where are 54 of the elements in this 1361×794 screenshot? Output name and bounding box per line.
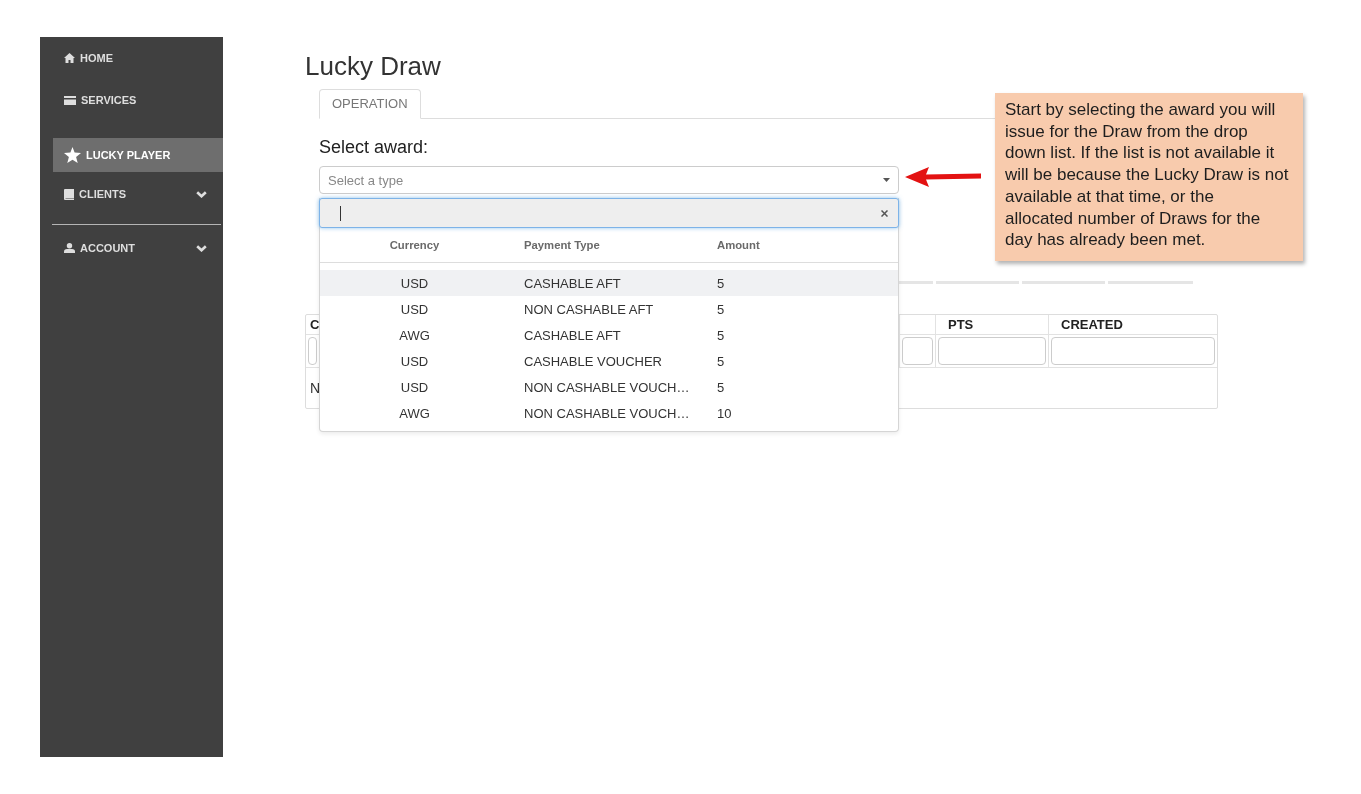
option-cell: 5: [717, 275, 725, 291]
option-cell: AWG: [399, 327, 430, 343]
field-label: Select award:: [319, 136, 429, 158]
option-cell: USD: [400, 379, 429, 395]
option-cell: USD: [400, 275, 429, 291]
dropdown-option[interactable]: USD CASHABLE VOUCHER 5: [320, 348, 898, 374]
option-cell: NON CASHABLE VOUCH…: [524, 405, 690, 421]
column-header: Currency: [389, 239, 440, 251]
column-header: C: [310, 317, 320, 332]
option-cell: 5: [717, 327, 725, 343]
search-field[interactable]: [319, 198, 899, 228]
caret-down-icon: [883, 178, 890, 182]
column-header: CREATED: [1061, 317, 1123, 332]
option-cell: CASHABLE AFT: [524, 275, 621, 291]
tab[interactable]: OPERATION: [319, 89, 421, 119]
column-header: PTS: [948, 317, 974, 332]
callout-note: Start by selecting the award you will issue for the Draw from the drop down list. If the list is not available it will be because the Lucky Draw is not available at that time, or the allocated number of Draws for the day has already been met.: [995, 93, 1303, 261]
option-cell: CASHABLE AFT: [524, 327, 621, 343]
dropdown-option[interactable]: AWG CASHABLE AFT 5: [320, 322, 898, 348]
option-cell: CASHABLE VOUCHER: [524, 353, 662, 369]
user-icon: [64, 243, 75, 253]
star-icon: [64, 147, 81, 163]
sidebar-item[interactable]: ACCOUNT: [53, 231, 223, 265]
dropdown-option[interactable]: USD NON CASHABLE VOUCH… 5: [320, 374, 898, 400]
filter-field[interactable]: [1051, 337, 1215, 365]
option-cell: 5: [717, 379, 725, 395]
dropdown-option[interactable]: AWG NON CASHABLE VOUCH… 10: [320, 400, 898, 426]
option-cell: USD: [400, 353, 429, 369]
card-icon: [64, 95, 76, 105]
option-cell: 10: [717, 405, 732, 421]
page-title: Lucky Draw: [305, 51, 441, 81]
filter-field[interactable]: [938, 337, 1046, 365]
left-arrow-icon: [905, 167, 981, 187]
option-cell: 5: [717, 301, 725, 317]
sidebar-item[interactable]: CLIENTS: [53, 177, 223, 211]
sidebar-item[interactable]: LUCKY PLAYER: [53, 138, 223, 172]
home-icon: [64, 53, 75, 63]
type-select[interactable]: Select a type: [319, 166, 899, 194]
option-cell: 5: [717, 353, 725, 369]
option-cell: AWG: [399, 405, 430, 421]
column-header: Amount: [717, 239, 760, 251]
sidebar-item[interactable]: HOME: [53, 41, 223, 75]
book-icon: [64, 188, 74, 200]
column-header: Payment Type: [524, 239, 600, 251]
dropdown-option[interactable]: USD NON CASHABLE AFT 5: [320, 296, 898, 322]
option-cell: NON CASHABLE AFT: [524, 301, 654, 317]
clear-icon[interactable]: [881, 209, 888, 217]
sidebar-item[interactable]: SERVICES: [53, 83, 223, 117]
filter-field[interactable]: [308, 337, 317, 365]
filter-field[interactable]: [902, 337, 933, 365]
option-cell: USD: [400, 301, 429, 317]
table-text: N: [310, 380, 321, 396]
option-cell: NON CASHABLE VOUCH…: [524, 379, 690, 395]
dropdown-option[interactable]: USD CASHABLE AFT 5: [320, 270, 898, 296]
